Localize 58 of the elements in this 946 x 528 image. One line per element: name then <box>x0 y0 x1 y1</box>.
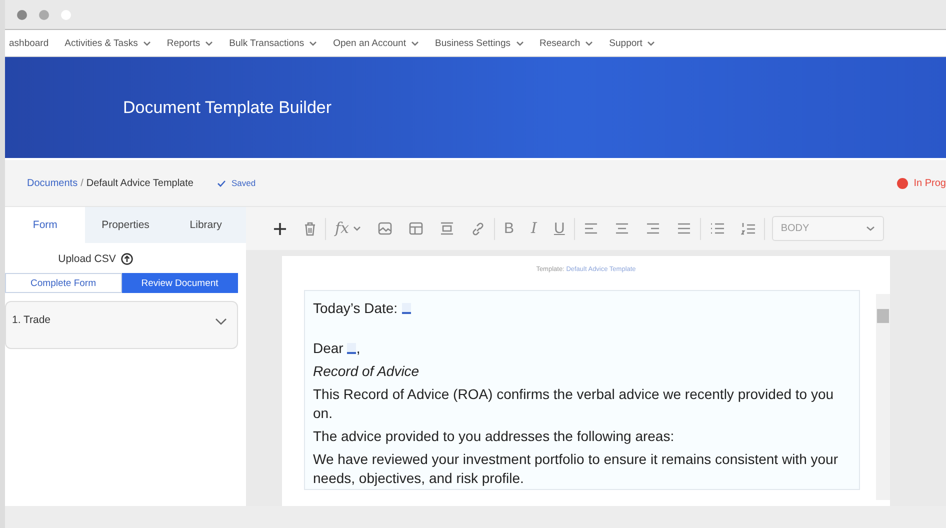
window-button[interactable] <box>17 10 27 20</box>
merge-field[interactable] <box>347 343 356 354</box>
caret-icon <box>309 40 318 46</box>
panel-tab[interactable]: Properties <box>85 207 166 243</box>
bullet-list-icon <box>710 223 724 234</box>
punctuation: , <box>356 340 360 356</box>
breadcrumb-separator: / <box>80 178 84 188</box>
document-paragraph: This Record of Advice (ROA) confirms the verbal advice we recently provided to you on. <box>313 385 835 423</box>
table-icon <box>409 222 424 235</box>
status-label: In Prog <box>914 178 946 188</box>
upload-icon <box>120 253 133 265</box>
scrollbar[interactable] <box>876 294 890 500</box>
document-paragraph: The advice provided to you addresses the following areas: <box>313 427 676 446</box>
caret-icon <box>585 40 594 46</box>
upload-csv-button[interactable]: Upload CSV <box>58 253 133 265</box>
caret-icon <box>516 40 524 46</box>
image-icon <box>378 222 392 235</box>
caret-down-icon <box>866 226 875 231</box>
form-section[interactable]: 1. Trade <box>5 301 238 349</box>
horizontal-rule-icon <box>440 222 454 235</box>
nav-menu-item[interactable]: Support <box>609 38 656 48</box>
align-right-icon <box>646 223 660 234</box>
caret-icon <box>205 40 214 46</box>
numbered-list-icon <box>740 222 755 236</box>
caret-icon <box>647 40 656 46</box>
nav-menu-item[interactable]: Activities & Tasks <box>64 38 151 48</box>
document-editor[interactable] <box>304 290 860 490</box>
link-icon <box>471 222 486 236</box>
toolbar-button[interactable] <box>273 222 287 236</box>
nav-menu-item[interactable]: Open an Account <box>333 38 419 48</box>
add-icon <box>273 222 287 236</box>
mode-toggle-option[interactable]: Review Document <box>122 273 238 293</box>
document-paragraph: We have reviewed your investment portfolio to ensure it remains consistent with your needs, objectives, and risk profile. <box>313 450 839 488</box>
nav-menu-item[interactable]: Bulk Transactions <box>229 38 318 48</box>
caret-icon <box>142 40 151 46</box>
nav-menu-item[interactable]: Business Settings <box>434 38 524 48</box>
merge-field[interactable] <box>402 303 411 314</box>
align-left-icon <box>584 223 598 234</box>
caret-icon <box>353 226 362 231</box>
breadcrumb-link[interactable]: Documents <box>27 178 78 188</box>
page-title: Document Template Builder <box>123 98 332 118</box>
trash-icon <box>304 222 316 236</box>
window-button[interactable] <box>39 10 49 20</box>
check-icon <box>217 180 226 186</box>
align-center-icon <box>614 223 629 234</box>
mode-toggle-option[interactable]: Complete Form <box>5 273 122 293</box>
document-heading: Record of Advice <box>313 362 420 381</box>
document-text: Dear <box>313 340 344 356</box>
document-text: Today’s Date: <box>313 300 398 316</box>
breadcrumb-current: Default Advice Template <box>86 178 194 188</box>
caret-down-icon <box>215 318 227 325</box>
nav-menu-item[interactable]: Research <box>540 38 594 48</box>
save-status: Saved <box>231 178 256 188</box>
panel-tab[interactable]: Library <box>166 207 246 243</box>
align-justify-icon <box>676 223 691 234</box>
caret-icon <box>410 40 419 46</box>
nav-menu-item[interactable]: ashboard <box>9 38 49 48</box>
nav-menu-item[interactable]: Reports <box>166 38 214 48</box>
